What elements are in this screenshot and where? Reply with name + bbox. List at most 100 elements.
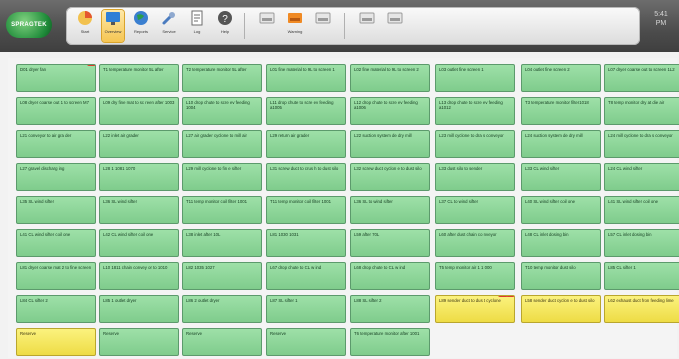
- sensor-tile[interactable]: T3 temperature monitor filter1018: [521, 97, 601, 125]
- pie-chart-icon: [74, 10, 96, 26]
- toolbar-button-help[interactable]: ? Help: [214, 10, 236, 42]
- sensor-tile-label: L36 SL to wind sifter: [354, 199, 393, 204]
- sensor-tile-label: L35 SL wind sifter: [20, 199, 54, 204]
- sensor-tile[interactable]: L35 SL wind sifter: [16, 196, 96, 224]
- sensor-tile[interactable]: L41 CL wind sifter coil one: [16, 229, 96, 257]
- toolbar-button-blank-10[interactable]: [384, 10, 406, 42]
- sensor-tile[interactable]: L85 CL sifter 1: [604, 262, 679, 290]
- sensor-tile[interactable]: L32 screw duct cyclon e to dust silo: [350, 163, 430, 191]
- sensor-tile[interactable]: L08 dryer coarse out 1 to screen M7: [16, 97, 96, 125]
- sensor-tile[interactable]: Reserve: [99, 328, 179, 356]
- svg-text:?: ?: [222, 14, 228, 25]
- sensor-tile[interactable]: L67 drop chute to CL w ind: [266, 262, 346, 290]
- sensor-tile[interactable]: L85 1 outlet dryer: [99, 295, 179, 323]
- sensor-tile[interactable]: T5 temp monitor air 1 1 000: [435, 262, 515, 290]
- sensor-tile[interactable]: L29 mill cyclone to fin e sifter: [182, 163, 262, 191]
- sensor-tile[interactable]: L84 CL sifter 2: [16, 295, 96, 323]
- sensor-tile[interactable]: L40 SL wind sifter coil one: [521, 196, 601, 224]
- toolbar-button-warning[interactable]: Warning: [284, 10, 306, 42]
- sensor-tile[interactable]: L68 drop chute to CL w ind: [350, 262, 430, 290]
- sensor-tile[interactable]: L29 return air grader: [266, 130, 346, 158]
- sensor-tile[interactable]: L24 mill cyclone to dra s conveyor: [604, 130, 679, 158]
- sensor-tile[interactable]: L81 dryer coarse mat 2 to fine screen: [16, 262, 96, 290]
- sensor-tile-label: L85 CL sifter 1: [608, 265, 636, 270]
- sensor-tile[interactable]: L02 fine material to 9L to screen 2: [350, 64, 430, 92]
- sensor-tile-label: L10 1811 chain convey or to 1010: [103, 265, 168, 270]
- sensor-tile[interactable]: L22 inlet air grader: [99, 130, 179, 158]
- sensor-tile[interactable]: Reserve: [16, 328, 96, 356]
- sensor-tile[interactable]: L27 gravel discharg ing: [16, 163, 96, 191]
- sensor-tile[interactable]: L24 suction system de dry mill: [521, 130, 601, 158]
- sensor-tile[interactable]: T2 temperature monitor 5L after: [182, 64, 262, 92]
- toolbar-button-reports[interactable]: Reports: [130, 10, 152, 42]
- sensor-tile[interactable]: T6 temperature monitor after 1001: [350, 328, 430, 356]
- sensor-tile[interactable]: L36 SL to wind sifter: [350, 196, 430, 224]
- sensor-tile-label: Reserve: [20, 331, 37, 336]
- tray-icon: [256, 10, 278, 26]
- toolbar-button-blank-9[interactable]: [356, 10, 378, 42]
- sensor-tile[interactable]: T10 temp monitor dust silo: [521, 262, 601, 290]
- sensor-tile[interactable]: L60 after dust chain co nveyor: [435, 229, 515, 257]
- sensor-tile[interactable]: L86 2 outlet dryer: [182, 295, 262, 323]
- sensor-tile[interactable]: L13 drop chute to scre ev feeding a1012: [435, 97, 515, 125]
- sensor-tile[interactable]: L82 1035 1027: [182, 262, 262, 290]
- sensor-tile[interactable]: T8 temp monitor dry at die air: [604, 97, 679, 125]
- sensor-tile[interactable]: L38 inlet after 10L: [182, 229, 262, 257]
- toolbar-button-start[interactable]: Start: [74, 10, 96, 42]
- sensor-tile[interactable]: L62 exhaust duct fron feeding lime: [604, 295, 679, 323]
- sensor-tile[interactable]: L59 after 70L: [350, 229, 430, 257]
- sensor-tile[interactable]: L33 dust silo to sender: [435, 163, 515, 191]
- sensor-tile[interactable]: L01 fine material to 9L to screen 1: [266, 64, 346, 92]
- sensor-tile[interactable]: L41 SL wind sifter coil one: [604, 196, 679, 224]
- toolbar-button-log[interactable]: Log: [186, 10, 208, 42]
- sensor-tile[interactable]: L11 drop chute to scre ev feeding a1005: [266, 97, 346, 125]
- sensor-tile[interactable]: L28 1 1081 1070: [99, 163, 179, 191]
- sensor-tile[interactable]: L31 screw duct to crus h to dust silo: [266, 163, 346, 191]
- tray-icon: [356, 10, 378, 26]
- sensor-tile[interactable]: L12 drop chute to scre ev feeding a1006: [350, 97, 430, 125]
- help-icon: ?: [214, 10, 236, 26]
- sensor-tile[interactable]: L09 dry fine mat to sc reen after 1003: [99, 97, 179, 125]
- sensor-tile[interactable]: Reserve: [266, 328, 346, 356]
- sensor-tile[interactable]: L22 suction system de dry mill: [350, 130, 430, 158]
- sensor-tile[interactable]: D01 dryer fan: [16, 64, 96, 92]
- sensor-tile[interactable]: L24 CL wind sifter: [604, 163, 679, 191]
- sensor-tile[interactable]: L42 CL wind sifter coil one: [99, 229, 179, 257]
- sensor-tile-label: L81 dryer coarse mat 2 to fine screen: [20, 265, 92, 270]
- sensor-tile[interactable]: L36 SL wind sifter: [99, 196, 179, 224]
- tray-icon: [312, 10, 334, 26]
- sensor-tile-label: L36 SL wind sifter: [103, 199, 137, 204]
- sensor-tile[interactable]: L21 conveyor to air gra der: [16, 130, 96, 158]
- sensor-tile[interactable]: L07 dryer coarse out to screen 1L2: [604, 64, 679, 92]
- sensor-tile[interactable]: L10 drop chute to scre ev feeding 1004: [182, 97, 262, 125]
- sensor-tile[interactable]: T11 temp monitor coil filter 1001: [182, 196, 262, 224]
- sensor-tile[interactable]: Reserve: [182, 328, 262, 356]
- sensor-tile[interactable]: L10 1811 chain convey or to 1010: [99, 262, 179, 290]
- sensor-tile-label: L01 fine material to 9L to screen 1: [270, 67, 335, 72]
- sensor-tile[interactable]: L88 SL sifter 2: [350, 295, 430, 323]
- sensor-tile[interactable]: L37 CL to wind sifter: [435, 196, 515, 224]
- sensor-tile[interactable]: L27 air grader cyclone to mill air: [182, 130, 262, 158]
- toolbar-button-blank-6[interactable]: [256, 10, 278, 42]
- app-window: SPRAGTEK Start Overview Reports Service Log?…: [0, 0, 679, 359]
- sensor-tile[interactable]: L33 CL wind sifter: [521, 163, 601, 191]
- sensor-tile-label: T11 temp monitor coil filter 1001: [270, 199, 332, 204]
- window-controls[interactable]: 5:41 PM: [648, 10, 674, 38]
- sensor-tile[interactable]: L87 SL sifter 1: [266, 295, 346, 323]
- sensor-tile[interactable]: L81 1030 1031: [266, 229, 346, 257]
- sensor-tile[interactable]: L58 sender duct cyclon e to dust silo: [521, 295, 601, 323]
- sensor-tile[interactable]: L89 sender duct to dus t cyclone: [435, 295, 515, 323]
- toolbar-button-service[interactable]: Service: [158, 10, 180, 42]
- toolbar-button-overview[interactable]: Overview: [102, 10, 124, 42]
- sensor-tile[interactable]: L04 outlet fine screen 2: [521, 64, 601, 92]
- sensor-tile[interactable]: T1 temperature monitor 5L after: [99, 64, 179, 92]
- sensor-tile[interactable]: L23 mill cyclone to dra s conveyor: [435, 130, 515, 158]
- sensor-tile-label: L24 suction system de dry mill: [525, 133, 583, 138]
- sensor-grid: D01 dryer fan T1 temperature monitor 5L a…: [8, 58, 679, 358]
- sensor-tile[interactable]: L57 CL inlet dosing bin: [604, 229, 679, 257]
- toolbar-separator: [244, 13, 245, 39]
- sensor-tile[interactable]: L03 outlet fine screen 1: [435, 64, 515, 92]
- toolbar-button-blank-8[interactable]: [312, 10, 334, 42]
- sensor-tile[interactable]: L48 CL inlet dosing bin: [521, 229, 601, 257]
- sensor-tile[interactable]: T11 temp monitor coil filter 1001: [266, 196, 346, 224]
